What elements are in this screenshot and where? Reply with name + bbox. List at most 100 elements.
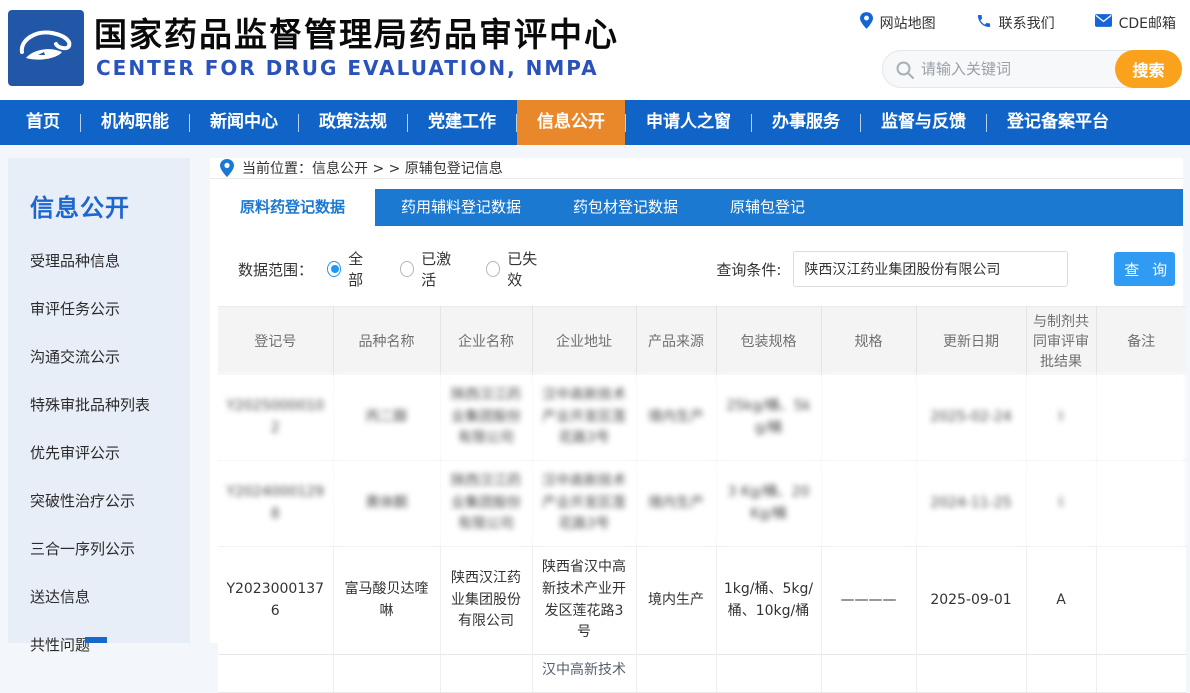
scope-radio-1[interactable]: 已激活 bbox=[400, 248, 460, 290]
cell-r2-c7: 2025-09-01 bbox=[916, 547, 1026, 655]
sidebar-item-3[interactable]: 特殊审批品种列表 bbox=[8, 381, 190, 429]
results-table: 登记号品种名称企业名称企业地址产品来源包装规格规格更新日期与制剂共同审评审批结果… bbox=[218, 306, 1186, 693]
cell-r2-c9 bbox=[1096, 547, 1186, 655]
nav-item-1[interactable]: 机构职能 bbox=[81, 100, 189, 145]
cell-r3-c4 bbox=[636, 654, 716, 692]
quick-link-1[interactable]: 联系我们 bbox=[976, 13, 1055, 33]
cell-r0-c3: 汉中高新技术产业开发区莲花路3号 bbox=[532, 375, 636, 461]
table-row-1[interactable]: Y20240001298黄体酮陕西汉江药业集团股份有限公司汉中高新技术产业开发区… bbox=[218, 461, 1186, 547]
nav-item-6[interactable]: 申请人之窗 bbox=[626, 100, 751, 145]
cell-r0-c6 bbox=[821, 375, 916, 461]
scope-radio-2[interactable]: 已失效 bbox=[486, 248, 546, 290]
cell-r1-c4: 境内生产 bbox=[636, 461, 716, 547]
location-pin-icon bbox=[860, 12, 873, 33]
cell-r1-c0: Y20240001298 bbox=[218, 461, 333, 547]
sidebar-item-8[interactable]: 共性问题 bbox=[8, 621, 190, 669]
sidebar: 信息公开 受理品种信息审评任务公示沟通交流公示特殊审批品种列表优先审评公示突破性… bbox=[8, 158, 190, 643]
cell-r2-c2: 陕西汉江药业集团股份有限公司 bbox=[440, 547, 532, 655]
column-header-5: 包装规格 bbox=[716, 307, 821, 376]
cell-r3-c6 bbox=[821, 654, 916, 692]
cell-r0-c0: Y20250000102 bbox=[218, 375, 333, 461]
cell-r3-c0 bbox=[218, 654, 333, 692]
sidebar-item-6[interactable]: 三合一序列公示 bbox=[8, 525, 190, 573]
partial-bottom-widget bbox=[85, 637, 107, 643]
cell-r2-c6: ———— bbox=[821, 547, 916, 655]
cell-r3-c1 bbox=[333, 654, 440, 692]
nav-item-3[interactable]: 政策法规 bbox=[299, 100, 407, 145]
column-header-3: 企业地址 bbox=[532, 307, 636, 376]
nav-item-2[interactable]: 新闻中心 bbox=[190, 100, 298, 145]
cell-r1-c8: I bbox=[1026, 461, 1096, 547]
search-button[interactable]: 搜索 bbox=[1115, 50, 1182, 88]
nav-item-9[interactable]: 登记备案平台 bbox=[987, 100, 1129, 145]
sidebar-item-4[interactable]: 优先审评公示 bbox=[8, 429, 190, 477]
page-title: 国家药品监督管理局药品审评中心 bbox=[94, 8, 619, 56]
query-button[interactable]: 查 询 bbox=[1114, 252, 1175, 286]
cell-r1-c9 bbox=[1096, 461, 1186, 547]
results-table-wrap: 登记号品种名称企业名称企业地址产品来源包装规格规格更新日期与制剂共同审评审批结果… bbox=[210, 306, 1183, 693]
scope-label: 数据范围： bbox=[238, 259, 313, 280]
search-input[interactable] bbox=[883, 60, 1115, 78]
sidebar-item-1[interactable]: 审评任务公示 bbox=[8, 285, 190, 333]
cde-logo-swoosh-icon bbox=[16, 26, 76, 70]
main-nav: 首页机构职能新闻中心政策法规党建工作信息公开申请人之窗办事服务监督与反馈登记备案… bbox=[0, 100, 1190, 145]
column-header-9: 备注 bbox=[1096, 307, 1186, 376]
column-header-7: 更新日期 bbox=[916, 307, 1026, 376]
location-pin-icon bbox=[220, 159, 234, 177]
sidebar-item-7[interactable]: 送达信息 bbox=[8, 573, 190, 621]
cell-r0-c7: 2025-02-24 bbox=[916, 375, 1026, 461]
nav-item-4[interactable]: 党建工作 bbox=[408, 100, 516, 145]
table-row-2[interactable]: Y20230001376富马酸贝达喹啉陕西汉江药业集团股份有限公司陕西省汉中高新… bbox=[218, 547, 1186, 655]
column-header-1: 品种名称 bbox=[333, 307, 440, 376]
tab-3[interactable]: 原辅包登记 bbox=[704, 189, 831, 226]
quick-link-label: 联系我们 bbox=[999, 13, 1055, 33]
cell-r3-c8 bbox=[1026, 654, 1096, 692]
nav-item-8[interactable]: 监督与反馈 bbox=[861, 100, 986, 145]
cell-r1-c6 bbox=[821, 461, 916, 547]
quick-link-0[interactable]: 网站地图 bbox=[860, 12, 936, 33]
table-body: Y20250000102丙二醇陕西汉江药业集团股份有限公司汉中高新技术产业开发区… bbox=[218, 375, 1186, 692]
phone-icon bbox=[976, 13, 992, 33]
cell-r2-c3: 陕西省汉中高新技术产业开发区莲花路3号 bbox=[532, 547, 636, 655]
table-row-0[interactable]: Y20250000102丙二醇陕西汉江药业集团股份有限公司汉中高新技术产业开发区… bbox=[218, 375, 1186, 461]
tab-1[interactable]: 药用辅料登记数据 bbox=[375, 189, 547, 226]
cell-r1-c7: 2024-11-25 bbox=[916, 461, 1026, 547]
search-bar: 搜索 bbox=[882, 50, 1182, 88]
tab-2[interactable]: 药包材登记数据 bbox=[547, 189, 704, 226]
header-quick-links: 网站地图 联系我们 CDE邮箱 bbox=[860, 12, 1176, 33]
table-header-row: 登记号品种名称企业名称企业地址产品来源包装规格规格更新日期与制剂共同审评审批结果… bbox=[218, 307, 1186, 376]
nav-item-5[interactable]: 信息公开 bbox=[517, 100, 625, 145]
scope-radio-0[interactable]: 全部 bbox=[327, 248, 374, 290]
radio-circle-icon bbox=[400, 261, 414, 277]
page-subtitle: CENTER FOR DRUG EVALUATION, NMPA bbox=[96, 56, 599, 80]
tab-bar: 原料药登记数据药用辅料登记数据药包材登记数据原辅包登记 bbox=[210, 189, 1183, 226]
column-header-0: 登记号 bbox=[218, 307, 333, 376]
cell-r3-c2 bbox=[440, 654, 532, 692]
cell-r1-c2: 陕西汉江药业集团股份有限公司 bbox=[440, 461, 532, 547]
sidebar-item-0[interactable]: 受理品种信息 bbox=[8, 237, 190, 285]
query-input[interactable] bbox=[793, 251, 1068, 287]
sidebar-item-5[interactable]: 突破性治疗公示 bbox=[8, 477, 190, 525]
breadcrumb: 当前位置：信息公开 > > 原辅包登记信息 bbox=[210, 158, 1183, 179]
cell-r0-c4: 境内生产 bbox=[636, 375, 716, 461]
table-row-3[interactable]: 汉中高新技术 bbox=[218, 654, 1186, 692]
scope-radio-group: 全部已激活已失效 bbox=[327, 248, 546, 290]
radio-circle-icon bbox=[327, 261, 341, 277]
cell-r0-c2: 陕西汉江药业集团股份有限公司 bbox=[440, 375, 532, 461]
envelope-icon bbox=[1095, 14, 1112, 31]
quick-link-label: 网站地图 bbox=[880, 13, 936, 33]
sidebar-title: 信息公开 bbox=[8, 158, 190, 237]
cell-r1-c5: 3 Kg/桶、20 Kg/桶 bbox=[716, 461, 821, 547]
quick-link-2[interactable]: CDE邮箱 bbox=[1095, 13, 1176, 33]
tab-0[interactable]: 原料药登记数据 bbox=[210, 189, 375, 226]
page-header: 国家药品监督管理局药品审评中心 CENTER FOR DRUG EVALUATI… bbox=[0, 0, 1190, 100]
cell-r2-c0: Y20230001376 bbox=[218, 547, 333, 655]
sidebar-item-2[interactable]: 沟通交流公示 bbox=[8, 333, 190, 381]
cell-r1-c3: 汉中高新技术产业开发区莲花路3号 bbox=[532, 461, 636, 547]
cell-r1-c1: 黄体酮 bbox=[333, 461, 440, 547]
nav-item-7[interactable]: 办事服务 bbox=[752, 100, 860, 145]
column-header-8: 与制剂共同审评审批结果 bbox=[1026, 307, 1096, 376]
main-content: 当前位置：信息公开 > > 原辅包登记信息 原料药登记数据药用辅料登记数据药包材… bbox=[210, 158, 1183, 643]
nav-item-0[interactable]: 首页 bbox=[6, 100, 80, 145]
cell-r0-c1: 丙二醇 bbox=[333, 375, 440, 461]
